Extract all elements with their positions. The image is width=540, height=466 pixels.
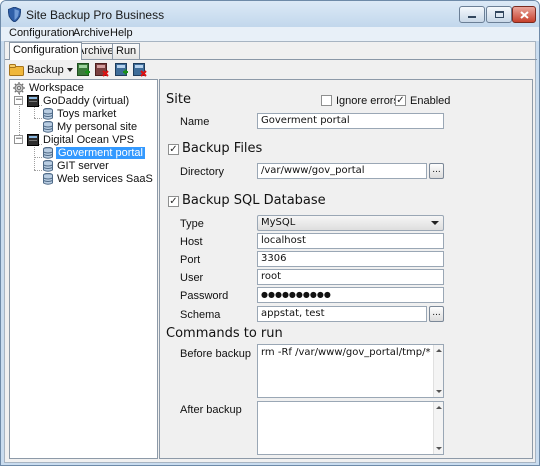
host-input[interactable]: localhost: [257, 233, 444, 249]
scroll-up-icon[interactable]: [436, 349, 442, 352]
tree-item[interactable]: Web services SaaS: [43, 172, 153, 185]
database-icon: [43, 107, 53, 120]
after-backup-scrollbar[interactable]: [433, 402, 443, 454]
scroll-down-icon[interactable]: [436, 447, 442, 450]
gear-icon: [13, 81, 25, 94]
backup-sql-section-title: Backup SQL Database: [182, 193, 326, 208]
password-label: Password: [180, 290, 229, 302]
tree-item-label: Goverment portal: [56, 146, 145, 159]
host-label: Host: [180, 236, 203, 248]
window-title: Site Backup Pro Business: [26, 8, 165, 22]
toolbar: Backup: [9, 61, 529, 79]
minimize-button[interactable]: [459, 6, 485, 23]
tree-item-label: Web services SaaS: [57, 172, 153, 185]
schema-label: Schema: [180, 309, 221, 321]
menu-bar: Configuration Archive Help: [1, 27, 539, 41]
collapse-toggle-icon[interactable]: −: [14, 96, 23, 105]
scroll-up-icon[interactable]: [436, 406, 442, 409]
close-button[interactable]: [512, 6, 536, 23]
directory-browse-button[interactable]: ...: [429, 163, 444, 179]
close-icon: [519, 10, 529, 19]
backup-files-checkbox[interactable]: ✓: [168, 144, 179, 155]
before-backup-command: rm -Rf /var/www/gov_portal/tmp/*: [261, 347, 431, 358]
menu-help[interactable]: Help: [110, 27, 133, 39]
chevron-down-icon: [66, 68, 73, 72]
name-label: Name: [180, 116, 210, 128]
port-input[interactable]: 3306: [257, 251, 444, 267]
user-label: User: [180, 272, 204, 284]
tree-group-digital-ocean[interactable]: Digital Ocean VPS: [27, 133, 134, 146]
before-backup-scrollbar[interactable]: [433, 345, 443, 397]
delete-site-icon[interactable]: [133, 63, 147, 77]
title-bar[interactable]: Site Backup Pro Business: [1, 1, 539, 27]
before-backup-label: Before backup: [180, 348, 251, 360]
database-type-select[interactable]: MySQL: [257, 215, 444, 231]
database-icon: [43, 146, 53, 159]
database-icon: [43, 172, 53, 185]
tree-guide: [34, 118, 42, 119]
chevron-down-icon: [431, 221, 439, 225]
commands-section-title: Commands to run: [166, 326, 283, 341]
tree-group-label: Digital Ocean VPS: [43, 133, 135, 146]
before-backup-textarea[interactable]: rm -Rf /var/www/gov_portal/tmp/*: [257, 344, 444, 398]
site-details-panel: Site Ignore errors ✓ Enabled Name Goverm…: [159, 79, 533, 459]
tab-run[interactable]: Run: [112, 43, 141, 59]
backup-icon: [9, 64, 24, 76]
tree-guide: [34, 170, 42, 171]
user-input[interactable]: root: [257, 269, 444, 285]
tab-configuration[interactable]: Configuration: [9, 42, 83, 60]
schema-input[interactable]: appstat, test: [257, 306, 427, 322]
tree-group-label: GoDaddy (virtual): [43, 94, 130, 107]
tree-guide: [34, 157, 42, 158]
maximize-icon: [494, 11, 504, 18]
tree-item[interactable]: GIT server: [43, 159, 109, 172]
port-label: Port: [180, 254, 201, 266]
workspace-tree[interactable]: Workspace − GoDaddy (virtual) Toys marke…: [9, 79, 158, 459]
ignore-errors-label: Ignore errors: [336, 95, 399, 107]
minimize-icon: [468, 16, 476, 18]
site-section-title: Site: [166, 92, 191, 107]
database-icon: [43, 159, 53, 172]
collapse-toggle-icon[interactable]: −: [14, 135, 23, 144]
remove-icon[interactable]: [95, 63, 109, 77]
tree-root-label: Workspace: [29, 81, 84, 94]
directory-input[interactable]: /var/www/gov_portal: [257, 163, 427, 179]
schema-browse-button[interactable]: ...: [429, 306, 444, 322]
backup-sql-checkbox[interactable]: ✓: [168, 196, 179, 207]
password-input[interactable]: ●●●●●●●●●●: [257, 287, 444, 303]
enabled-label: Enabled: [410, 95, 451, 107]
enabled-checkbox[interactable]: ✓: [395, 95, 406, 106]
after-backup-textarea[interactable]: [257, 401, 444, 455]
server-icon: [27, 94, 39, 107]
tree-item-label: My personal site: [57, 120, 138, 133]
backup-menu-button[interactable]: Backup: [9, 62, 73, 78]
shield-icon: [8, 7, 21, 22]
ignore-errors-checkbox[interactable]: [321, 95, 332, 106]
directory-label: Directory: [180, 166, 225, 178]
scroll-down-icon[interactable]: [436, 390, 442, 393]
tree-root[interactable]: Workspace: [13, 81, 84, 94]
add-icon[interactable]: [77, 63, 91, 77]
main-area: Configuration Archive Run Backup Workspa…: [4, 41, 537, 463]
add-site-icon[interactable]: [115, 63, 129, 77]
backup-menu-label: Backup: [27, 64, 64, 76]
server-icon: [27, 133, 39, 146]
menu-configuration[interactable]: Configuration: [9, 27, 74, 39]
database-type-value: MySQL: [261, 217, 296, 228]
tree-item[interactable]: Toys market: [43, 107, 116, 120]
tree-item-label: GIT server: [57, 159, 109, 172]
menu-archive[interactable]: Archive: [73, 27, 110, 39]
type-label: Type: [180, 218, 204, 230]
backup-files-section-title: Backup Files: [182, 141, 263, 156]
tree-group-godaddy[interactable]: GoDaddy (virtual): [27, 94, 129, 107]
tree-item[interactable]: My personal site: [43, 120, 137, 133]
tree-item-selected[interactable]: Goverment portal: [43, 146, 145, 159]
database-icon: [43, 120, 53, 133]
app-window: Site Backup Pro Business Configuration A…: [0, 0, 540, 466]
tab-divider: [5, 59, 537, 60]
after-backup-label: After backup: [180, 404, 242, 416]
maximize-button[interactable]: [486, 6, 512, 23]
name-input[interactable]: Goverment portal: [257, 113, 444, 129]
tree-item-label: Toys market: [57, 107, 117, 120]
